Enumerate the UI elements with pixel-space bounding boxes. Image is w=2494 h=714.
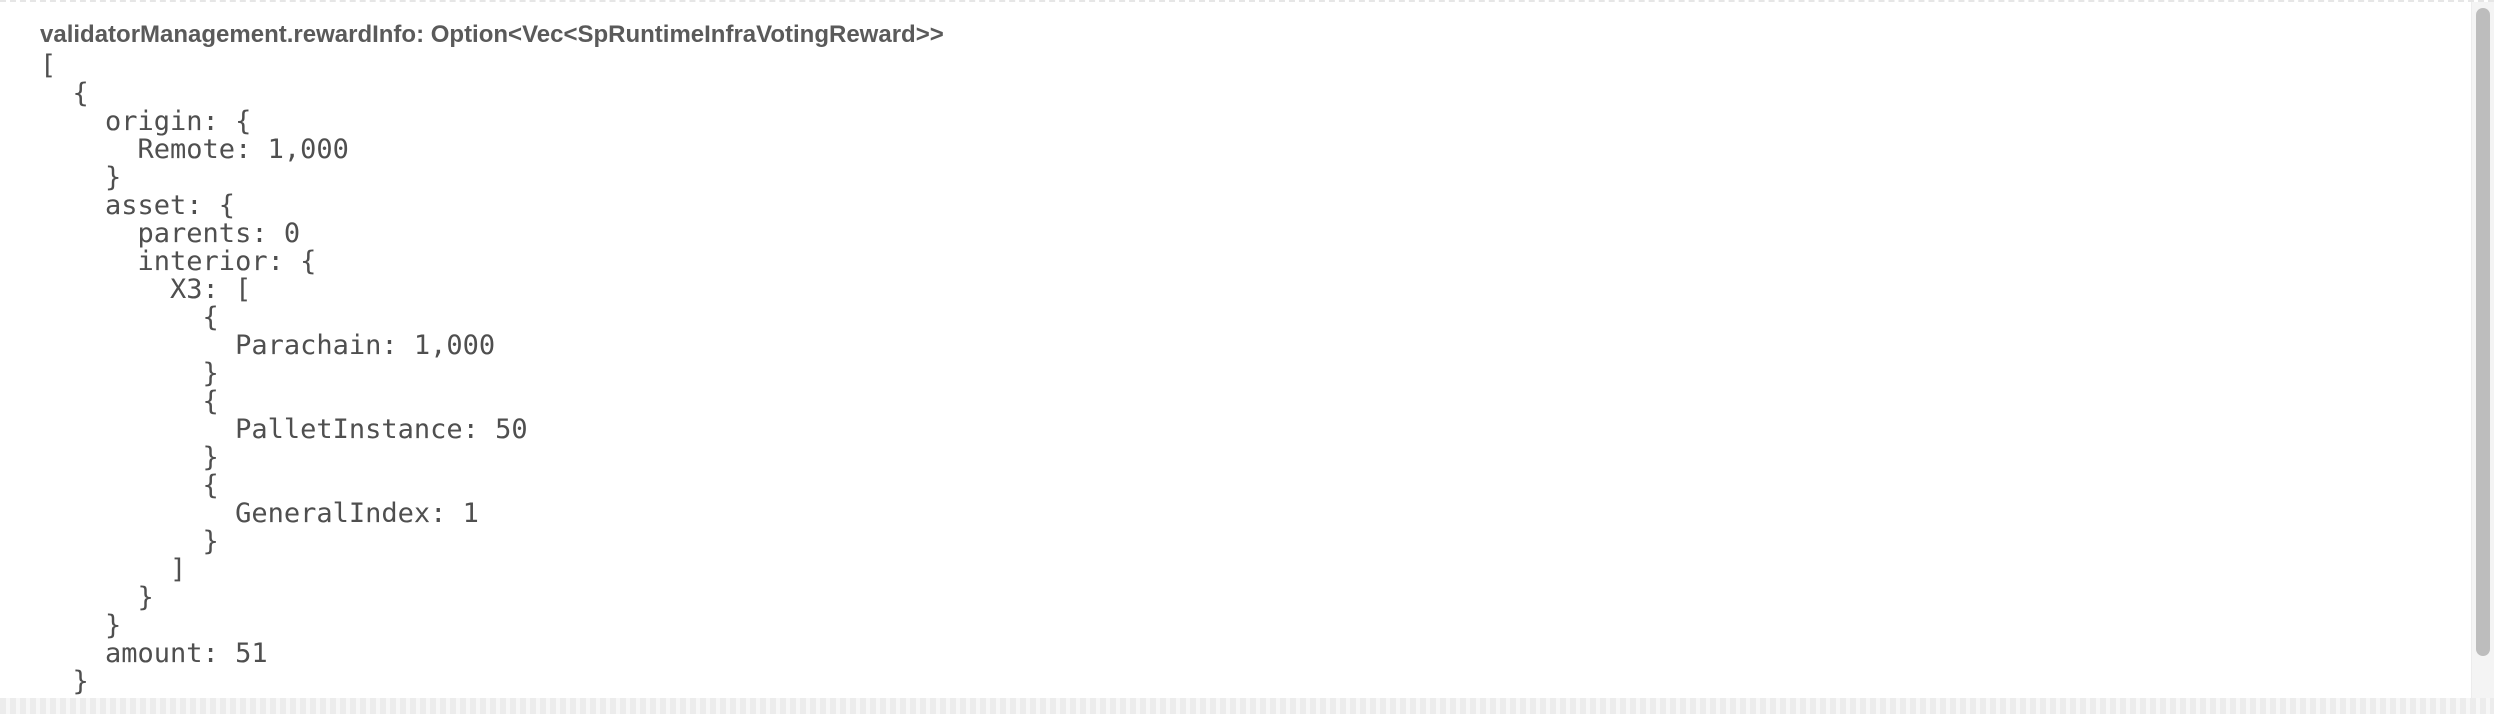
code-line: GeneralIndex: 1 (40, 498, 479, 529)
code-line: } (40, 162, 122, 193)
vertical-scrollbar[interactable] (2471, 2, 2494, 700)
code-line: } (40, 358, 219, 389)
code-line: amount: 51 (40, 638, 268, 669)
code-line: origin: { (40, 106, 252, 137)
scrollbar-thumb[interactable] (2476, 8, 2490, 656)
panel-bottom-edge (0, 698, 2494, 714)
code-line: { (40, 302, 219, 333)
code-line: { (40, 386, 219, 417)
code-line: X3: [ (40, 274, 252, 305)
code-line: Parachain: 1,000 (40, 330, 496, 361)
result-code-block: [ { origin: { Remote: 1,000 } asset: { p… (40, 50, 2454, 697)
result-content: validatorManagement.rewardInfo: Option<V… (40, 18, 2454, 696)
code-line: Remote: 1,000 (40, 134, 349, 165)
result-panel: validatorManagement.rewardInfo: Option<V… (0, 0, 2494, 714)
code-line: PalletInstance: 50 (40, 414, 528, 445)
code-line: } (40, 582, 154, 613)
code-line: { (40, 78, 89, 109)
code-line: { (40, 470, 219, 501)
code-line: parents: 0 (40, 218, 301, 249)
code-line: interior: { (40, 246, 317, 277)
code-line: } (40, 666, 89, 696)
storage-query-title: validatorManagement.rewardInfo: Option<V… (40, 21, 944, 48)
code-line: } (40, 442, 219, 473)
code-line: } (40, 610, 122, 641)
code-line: asset: { (40, 190, 236, 221)
code-line: [ (40, 50, 57, 81)
code-line: ] (40, 554, 187, 585)
code-line: } (40, 526, 219, 557)
